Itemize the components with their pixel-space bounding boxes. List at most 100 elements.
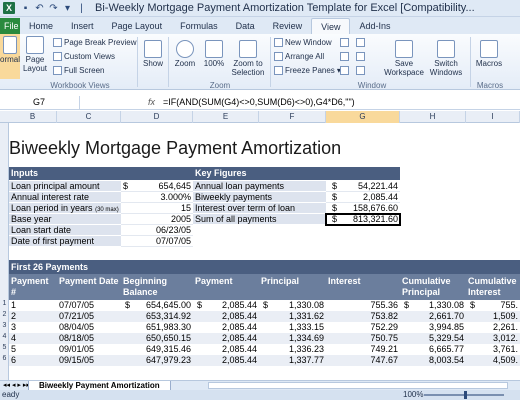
tab-page-layout[interactable]: Page Layout <box>103 18 172 34</box>
table-cell[interactable]: $2,085.44 <box>193 300 259 311</box>
input-value[interactable]: 15 <box>121 203 193 214</box>
table-cell[interactable]: 4,509. <box>466 355 520 366</box>
save-workspace-button[interactable]: Save Workspace <box>382 38 426 77</box>
row-header[interactable]: 3 <box>0 322 9 329</box>
excel-icon[interactable]: X <box>3 2 15 14</box>
freeze-panes-button[interactable]: Freeze Panes ▾ <box>274 66 341 75</box>
arrange-all-button[interactable]: Arrange All <box>274 52 324 61</box>
table-cell[interactable]: 08/18/05 <box>57 333 121 344</box>
zoom-button[interactable]: Zoom <box>172 38 198 68</box>
table-cell[interactable]: 07/07/05 <box>57 300 121 311</box>
custom-views-button[interactable]: Custom Views <box>53 52 115 61</box>
column-header[interactable]: H <box>400 111 466 123</box>
normal-view-button[interactable]: ormal <box>0 34 20 79</box>
horizontal-scrollbar[interactable] <box>208 382 508 389</box>
full-screen-button[interactable]: Full Screen <box>53 66 104 75</box>
input-value[interactable]: 06/23/05 <box>121 225 193 236</box>
column-header[interactable]: I <box>466 111 520 123</box>
table-cell[interactable]: 1,331.62 <box>259 311 326 322</box>
column-header[interactable]: B <box>9 111 57 123</box>
table-cell[interactable]: 8,003.54 <box>400 355 466 366</box>
table-cell[interactable]: 1,333.15 <box>259 322 326 333</box>
reset-position-button[interactable] <box>356 66 365 75</box>
tab-insert[interactable]: Insert <box>62 18 103 34</box>
table-cell[interactable]: 3,994.85 <box>400 322 466 333</box>
tab-file[interactable]: File <box>0 18 20 34</box>
tab-review[interactable]: Review <box>264 18 312 34</box>
row-header[interactable]: 1 <box>0 300 9 307</box>
table-cell[interactable]: 749.21 <box>326 344 400 355</box>
formula-input[interactable]: =IF(AND(SUM(G4)<>0,SUM(D6)<>0),G4*D6,"") <box>163 96 355 109</box>
save-icon[interactable]: ▪ <box>20 3 31 14</box>
table-cell[interactable]: 2,085.44 <box>193 344 259 355</box>
table-cell[interactable]: 650,650.15 <box>121 333 193 344</box>
row-header[interactable]: 2 <box>0 311 9 318</box>
table-cell[interactable]: 753.82 <box>326 311 400 322</box>
table-cell[interactable]: $1,330.08 <box>259 300 326 311</box>
table-cell[interactable]: 2,085.44 <box>193 311 259 322</box>
table-cell[interactable]: 1,509. <box>466 311 520 322</box>
view-side-by-side-button[interactable] <box>356 38 365 47</box>
table-cell[interactable]: $654,645.00 <box>121 300 193 311</box>
new-window-button[interactable]: New Window <box>274 38 332 47</box>
column-header[interactable]: D <box>121 111 193 123</box>
row-header[interactable]: 4 <box>0 333 9 340</box>
table-cell[interactable]: 1,336.23 <box>259 344 326 355</box>
show-button[interactable]: Show <box>140 38 166 68</box>
table-cell[interactable]: 1 <box>9 300 57 311</box>
table-cell[interactable]: 4 <box>9 333 57 344</box>
tab-home[interactable]: Home <box>20 18 62 34</box>
table-cell[interactable]: 1,334.69 <box>259 333 326 344</box>
table-cell[interactable]: 2,085.44 <box>193 322 259 333</box>
input-value[interactable]: $654,645 <box>121 181 193 192</box>
column-header[interactable]: F <box>259 111 326 123</box>
name-box[interactable]: G7 <box>0 96 80 109</box>
tab-formulas[interactable]: Formulas <box>171 18 227 34</box>
input-value[interactable]: 3.000% <box>121 192 193 203</box>
split-button[interactable] <box>340 38 349 47</box>
table-cell[interactable]: 2,085.44 <box>193 355 259 366</box>
unhide-button[interactable] <box>340 66 349 75</box>
table-cell[interactable]: 6 <box>9 355 57 366</box>
table-cell[interactable]: 5,329.54 <box>400 333 466 344</box>
switch-windows-button[interactable]: Switch Windows <box>426 38 466 77</box>
dropdown-icon[interactable]: ▾ <box>62 3 73 14</box>
page-layout-button[interactable]: Page Layout <box>22 34 48 73</box>
macros-button[interactable]: Macros <box>474 38 504 68</box>
column-header[interactable]: G <box>326 111 400 123</box>
column-header[interactable]: E <box>193 111 259 123</box>
key-value[interactable]: $54,221.44 <box>326 181 400 192</box>
table-cell[interactable]: 2,661.70 <box>400 311 466 322</box>
table-cell[interactable]: $1,330.08 <box>400 300 466 311</box>
key-value[interactable]: $158,676.60 <box>326 203 400 214</box>
key-value[interactable]: $2,085.44 <box>326 192 400 203</box>
table-cell[interactable]: 2,261. <box>466 322 520 333</box>
table-cell[interactable]: 1,337.77 <box>259 355 326 366</box>
table-cell[interactable]: 747.67 <box>326 355 400 366</box>
table-cell[interactable]: 651,983.30 <box>121 322 193 333</box>
sheet-nav-icon[interactable]: ◂◂ ◂ ▸ ▸▸ <box>3 381 30 389</box>
table-cell[interactable]: 09/15/05 <box>57 355 121 366</box>
tab-add-ins[interactable]: Add-Ins <box>350 18 399 34</box>
synchronous-scroll-button[interactable] <box>356 52 365 61</box>
hide-button[interactable] <box>340 52 349 61</box>
table-cell[interactable]: 752.29 <box>326 322 400 333</box>
table-cell[interactable]: 647,979.23 <box>121 355 193 366</box>
table-cell[interactable]: 755.36 <box>326 300 400 311</box>
row-header[interactable] <box>0 277 9 297</box>
page-break-preview-button[interactable]: Page Break Preview <box>53 38 136 47</box>
row-header[interactable]: 5 <box>0 344 9 351</box>
table-cell[interactable]: 653,314.92 <box>121 311 193 322</box>
undo-icon[interactable]: ↶ <box>34 3 45 14</box>
table-cell[interactable]: $755. <box>466 300 520 311</box>
fx-icon[interactable]: fx <box>148 96 155 109</box>
table-cell[interactable]: 2 <box>9 311 57 322</box>
table-cell[interactable]: 08/04/05 <box>57 322 121 333</box>
table-cell[interactable]: 07/21/05 <box>57 311 121 322</box>
tab-data[interactable]: Data <box>227 18 264 34</box>
table-cell[interactable]: 6,665.77 <box>400 344 466 355</box>
table-cell[interactable]: 5 <box>9 344 57 355</box>
spreadsheet-grid[interactable]: 1 2 3 4 5 6 Biweekly Mortgage Payment Am… <box>0 123 520 380</box>
selected-cell[interactable]: $813,321.60 <box>325 213 401 226</box>
zoom-slider-thumb[interactable] <box>464 391 467 399</box>
